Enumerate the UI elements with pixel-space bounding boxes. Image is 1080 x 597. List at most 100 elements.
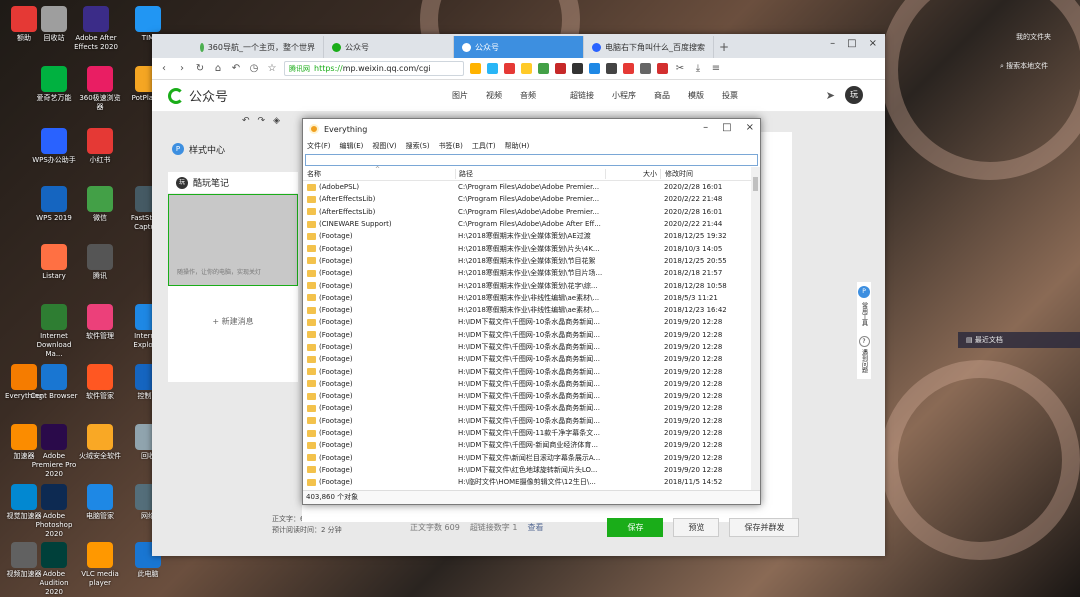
tab-gzh-2[interactable]: 公众号 <box>454 36 584 58</box>
menu-template[interactable]: 模版 <box>688 90 704 101</box>
menu-link[interactable]: 超链接 <box>570 90 594 101</box>
extension-icon[interactable] <box>487 63 498 74</box>
extension-icon[interactable] <box>606 63 617 74</box>
history-icon[interactable]: ◷ <box>248 63 260 75</box>
desktop-icon[interactable]: 腾讯 <box>76 244 124 281</box>
save-publish-button[interactable]: 保存并群发 <box>729 518 800 537</box>
desktop-icon[interactable]: 火绒安全软件 <box>76 424 124 461</box>
new-message-button[interactable]: + 新建消息 <box>168 316 298 327</box>
new-tab-button[interactable]: + <box>714 36 734 58</box>
table-row[interactable]: (Footage) H:\IDM下载文件\千图网-10条水晶商务新闻... 2019… <box>303 353 752 365</box>
view-link[interactable]: 查看 <box>527 522 543 533</box>
menu-icon[interactable]: ≡ <box>710 63 722 75</box>
table-row[interactable]: (AfterEffectsLib) C:\Program Files\Adobe\… <box>303 193 752 205</box>
extension-icon[interactable] <box>538 63 549 74</box>
table-row[interactable]: (Footage) H:\IDM下载文件\新闻栏目滚动字幕条展示A... 2019/… <box>303 452 752 464</box>
desktop-icon[interactable]: 电脑管家 <box>76 484 124 521</box>
table-row[interactable]: (Footage) H:\IDM下载文件\千图网-10条水晶商务新闻... 2019… <box>303 365 752 377</box>
table-row[interactable]: (Footage) H:\IDM下载文件\千图网-新闻商业经济体育... 2019/… <box>303 439 752 451</box>
desktop-icon[interactable]: VLC media player <box>76 542 124 588</box>
desktop-icon[interactable]: Adobe Audition 2020 <box>30 542 78 597</box>
undo-icon[interactable]: ↶ <box>242 116 250 126</box>
desktop-icon[interactable]: 360极速浏览器 <box>76 66 124 112</box>
desktop-icon[interactable]: Internet Download Ma... <box>30 304 78 359</box>
menu-bookmark[interactable]: 书签(B) <box>439 141 463 151</box>
refresh-icon[interactable]: ↻ <box>194 63 206 75</box>
table-row[interactable]: (Footage) H:\IDM下载文件\千图网-10条水晶商务新闻... 2019… <box>303 378 752 390</box>
forward-icon[interactable]: › <box>176 63 188 75</box>
table-row[interactable]: (Footage) H:\2018寒假期末作业\全媒体策划\节目花絮 2018/12… <box>303 255 752 267</box>
save-button[interactable]: 保存 <box>607 518 664 537</box>
tab-baidu[interactable]: 电脑右下角叫什么_百度搜索 <box>584 36 714 58</box>
menu-view[interactable]: 视图(V) <box>372 141 396 151</box>
format-icon[interactable]: ◈ <box>273 116 280 126</box>
table-row[interactable]: (CINEWARE Support) C:\Program Files\Adobe… <box>303 218 752 230</box>
back-icon[interactable]: ‹ <box>158 63 170 75</box>
extension-icon[interactable] <box>555 63 566 74</box>
table-row[interactable]: (Footage) H:\IDM下载文件\千图网-10条水晶商务新闻... 2019… <box>303 402 752 414</box>
bookmark-icon[interactable]: ☆ <box>266 63 278 75</box>
desktop-icon[interactable]: 软件管理 <box>76 304 124 341</box>
table-row[interactable]: (Footage) H:\2018寒假期末作业\非线性编辑\ae素材\... 201… <box>303 304 752 316</box>
help-icon[interactable]: ? <box>858 336 870 347</box>
table-row[interactable]: (Footage) H:\IDM下载文件\千图网-10条水晶商务新闻... 2019… <box>303 341 752 353</box>
menu-goods[interactable]: 商品 <box>654 90 670 101</box>
wx-logo[interactable]: 公众号 <box>168 86 228 105</box>
menu-audio[interactable]: 音频 <box>520 90 536 101</box>
my-files-label[interactable]: 我的文件夹 <box>1016 32 1051 42</box>
desktop-icon[interactable]: Adobe Photoshop 2020 <box>30 484 78 539</box>
article-cover[interactable]: 随操作，让你的电脑，实现关灯 <box>168 194 298 286</box>
minimize-icon[interactable]: – <box>830 38 835 49</box>
result-scrollbar[interactable] <box>751 167 760 491</box>
table-row[interactable]: (Footage) H:\IDM下载文件\千图网-10条水晶商务新闻... 2019… <box>303 316 752 328</box>
tab-gzh-1[interactable]: 公众号 <box>324 36 454 58</box>
extension-icon[interactable] <box>504 63 515 74</box>
desktop-icon[interactable]: 小红书 <box>76 128 124 165</box>
scrollbar-thumb[interactable] <box>753 177 758 191</box>
desktop-icon[interactable]: 回收站 <box>30 6 78 43</box>
undo-icon[interactable]: ↶ <box>230 63 242 75</box>
desktop-icon[interactable]: Listary <box>30 244 78 281</box>
extension-icon[interactable] <box>640 63 651 74</box>
menu-vote[interactable]: 投票 <box>722 90 738 101</box>
desktop-icon[interactable]: Cent Browser <box>30 364 78 401</box>
recent-docs[interactable]: ▤ 最近文档 <box>958 332 1080 348</box>
avatar[interactable]: 玩 <box>845 86 863 104</box>
style-center-card[interactable]: P 样式中心 <box>168 138 298 160</box>
menu-image[interactable]: 图片 <box>452 90 468 101</box>
download-icon[interactable]: ⤓ <box>692 63 704 75</box>
menu-tools[interactable]: 工具(T) <box>472 141 496 151</box>
menu-miniprogram[interactable]: 小程序 <box>612 90 636 101</box>
everything-titlebar[interactable]: Everything <box>303 119 760 139</box>
table-row[interactable]: (Footage) H:\IDM下载文件\千图网-11款千净字幕条文... 2019… <box>303 427 752 439</box>
address-bar[interactable]: 腾讯网 https://mp.weixin.qq.com/cgi <box>284 61 464 76</box>
article-item[interactable]: 玩 酷玩笔记 <box>168 172 298 194</box>
table-row[interactable]: (Footage) H:\IDM下载文件\红色地球旋转新闻片头LO... 2019/… <box>303 464 752 476</box>
table-row[interactable]: (AfterEffectsLib) C:\Program Files\Adobe\… <box>303 206 752 218</box>
table-row[interactable]: (Footage) H:\IDM下载文件\千图网-10条水晶商务新闻... 2019… <box>303 329 752 341</box>
close-icon[interactable]: × <box>746 122 754 133</box>
tool-icon[interactable]: P <box>858 286 870 298</box>
table-row[interactable]: (Footage) H:\2018寒假期末作业\全媒体策划\花字\综... 2018… <box>303 279 752 291</box>
table-row[interactable]: (Footage) H:\IDM下载文件\千图网-10条水晶商务新闻... 2019… <box>303 390 752 402</box>
desktop-icon[interactable]: WPS办公助手 <box>30 128 78 165</box>
tab-360nav[interactable]: 360导航_一个主页，整个世界 <box>192 36 324 58</box>
minimize-icon[interactable]: – <box>703 122 708 133</box>
tool-label[interactable]: 常用工具 <box>860 302 869 326</box>
table-row[interactable]: (AdobePSL) C:\Program Files\Adobe\Adobe P… <box>303 181 752 193</box>
everything-search-input[interactable] <box>305 154 758 166</box>
column-date[interactable]: 修改时间 <box>660 168 750 179</box>
desktop-icon[interactable]: Adobe After Effects 2020 <box>72 6 120 52</box>
column-size[interactable]: 大小 <box>605 168 660 179</box>
table-row[interactable]: (Footage) H:\2018寒假期末作业\非线性编辑\ae素材\... 201… <box>303 292 752 304</box>
search-local-files[interactable]: ⌕ 搜索本地文件 <box>1000 61 1048 71</box>
extension-icon[interactable] <box>623 63 634 74</box>
desktop-icon[interactable]: WPS 2019 <box>30 186 78 223</box>
desktop-icon[interactable]: 软件管家 <box>76 364 124 401</box>
column-path[interactable]: 路径 <box>455 168 605 179</box>
maximize-icon[interactable]: □ <box>722 122 731 133</box>
extension-icon[interactable] <box>521 63 532 74</box>
desktop-icon[interactable]: 爱奇艺万能 <box>30 66 78 103</box>
close-icon[interactable]: × <box>869 38 877 49</box>
extension-icon[interactable] <box>657 63 668 74</box>
